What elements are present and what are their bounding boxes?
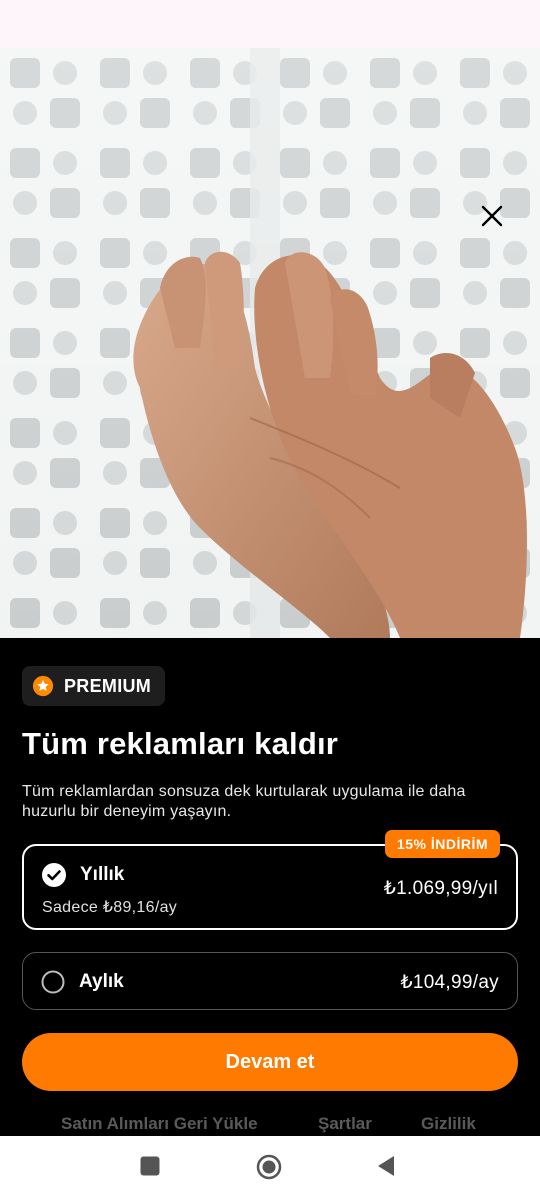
premium-sheet: PREMIUM Tüm reklamları kaldır Tüm reklam… bbox=[0, 638, 540, 1136]
system-nav-bar bbox=[0, 1136, 540, 1200]
page-title: Tüm reklamları kaldır bbox=[22, 726, 339, 761]
circle-home-icon[interactable] bbox=[256, 1154, 282, 1180]
discount-badge: 15% İNDİRİM bbox=[384, 830, 500, 858]
radio-unchecked-icon bbox=[41, 970, 65, 994]
close-button[interactable] bbox=[474, 198, 510, 234]
terms-link[interactable]: Şartlar bbox=[318, 1114, 372, 1134]
premium-label: PREMIUM bbox=[64, 675, 152, 696]
star-icon bbox=[32, 675, 54, 697]
page-description: Tüm reklamlardan sonsuza dek kurtularak … bbox=[22, 783, 466, 820]
plan-yearly-subtitle: Sadece ₺89,16/ay bbox=[42, 899, 178, 916]
status-bar bbox=[0, 0, 540, 48]
square-icon[interactable] bbox=[140, 1156, 160, 1176]
close-icon bbox=[481, 205, 503, 227]
privacy-link[interactable]: Gizlilik bbox=[421, 1114, 476, 1134]
restore-purchases-link[interactable]: Satın Alımları Geri Yükle bbox=[61, 1114, 258, 1134]
triangle-back-icon[interactable] bbox=[376, 1155, 396, 1177]
premium-badge: PREMIUM bbox=[22, 666, 166, 706]
continue-button[interactable]: Devam et bbox=[22, 1033, 518, 1091]
plan-monthly-name: Aylık bbox=[79, 971, 124, 992]
footer-links: Satın Alımları Geri Yükle Şartlar Gizlil… bbox=[0, 1114, 540, 1136]
hero-image bbox=[0, 48, 540, 638]
checkmark-icon bbox=[42, 863, 66, 887]
plan-yearly-name: Yıllık bbox=[80, 864, 125, 885]
plan-monthly[interactable]: Aylık ₺104,99/ay bbox=[22, 952, 518, 1010]
praying-hands-photo bbox=[0, 48, 540, 638]
plan-monthly-price: ₺104,99/ay bbox=[400, 972, 499, 993]
plan-yearly[interactable]: 15% İNDİRİM Yıllık Sadece ₺89,16/ay ₺1.0… bbox=[22, 830, 518, 930]
plan-yearly-price: ₺1.069,99/yıl bbox=[383, 878, 498, 899]
